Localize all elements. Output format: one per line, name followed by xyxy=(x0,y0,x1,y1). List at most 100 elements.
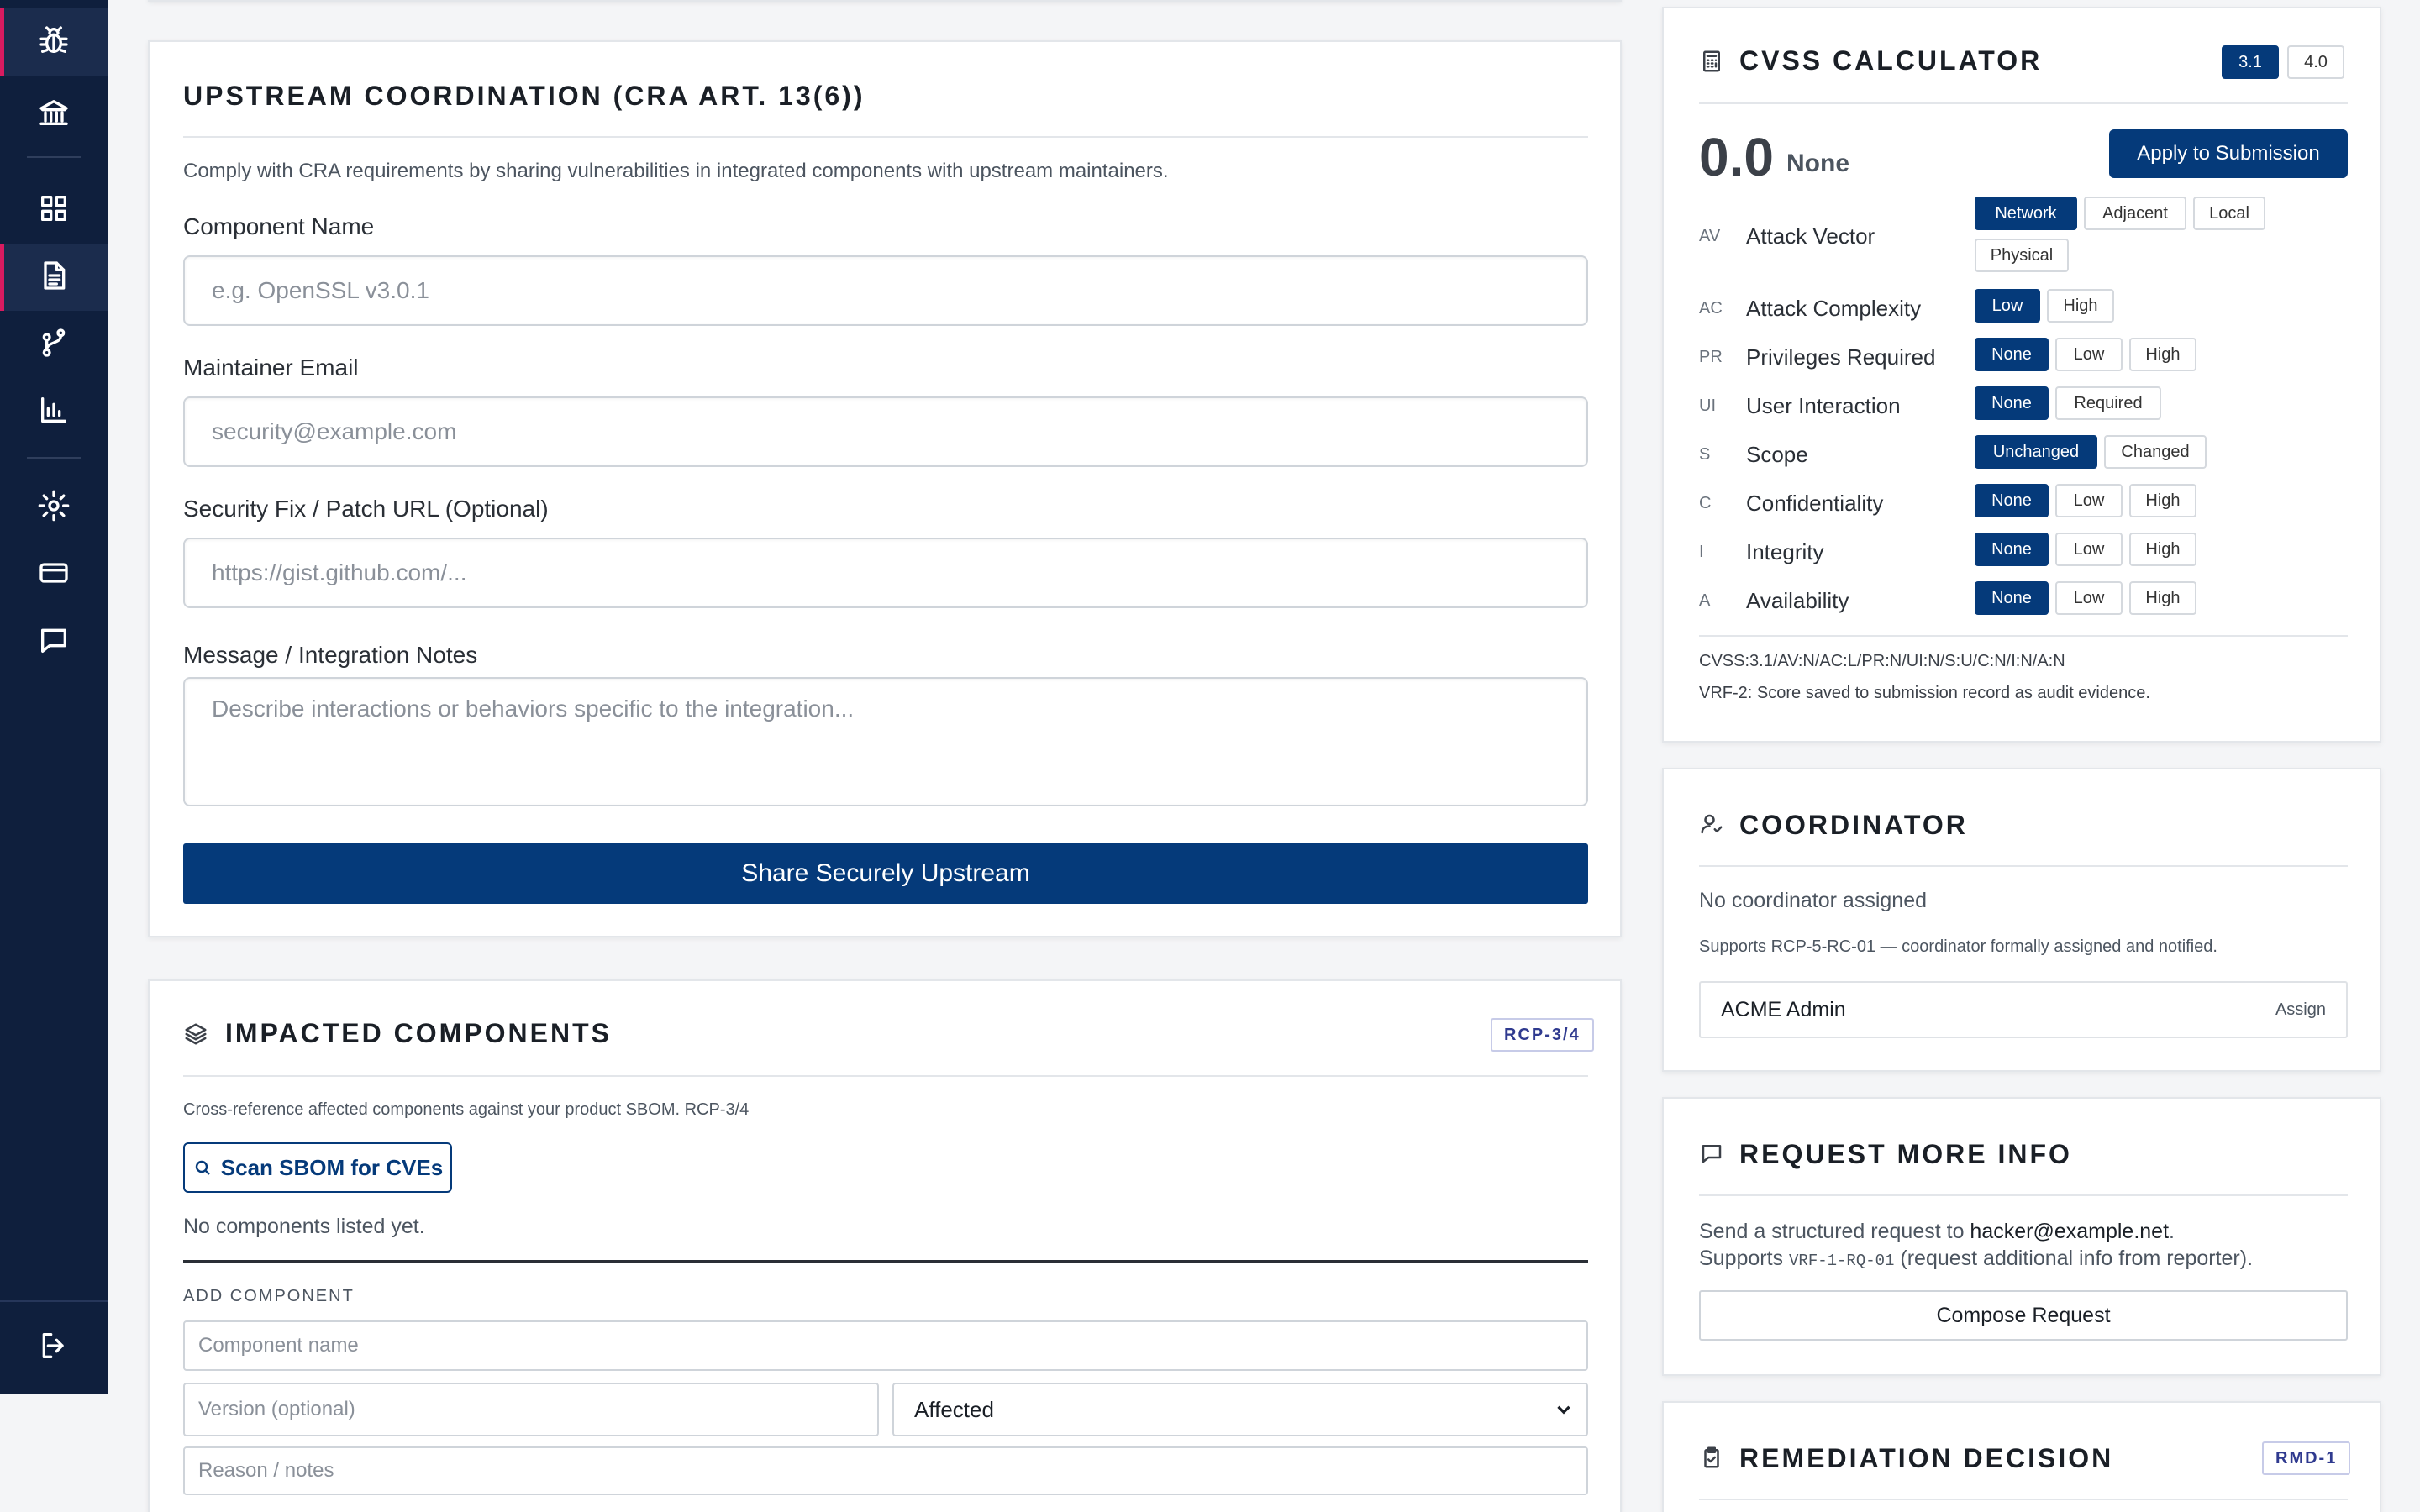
a-option-none[interactable]: None xyxy=(1975,581,2049,615)
ui-option-none[interactable]: None xyxy=(1975,386,2049,420)
metric-name: Privileges Required xyxy=(1746,344,1936,370)
reporter-email: hacker@example.net xyxy=(1970,1220,2170,1243)
a-option-high[interactable]: High xyxy=(2129,581,2196,615)
ac-option-high[interactable]: High xyxy=(2047,289,2114,323)
metric-abbr: UI xyxy=(1699,396,1716,415)
c-option-none[interactable]: None xyxy=(1975,484,2049,517)
i-option-high[interactable]: High xyxy=(2129,533,2196,566)
s-option-changed[interactable]: Changed xyxy=(2104,435,2207,469)
sidebar-item-vulnerabilities[interactable] xyxy=(0,8,108,76)
request-info-code: VRF-1-RQ-01 xyxy=(1789,1252,1895,1270)
request-info-title: REQUEST MORE INFO xyxy=(1739,1139,2072,1169)
c-option-high[interactable]: High xyxy=(2129,484,2196,517)
previous-card-edge xyxy=(148,0,1622,2)
calculator-icon xyxy=(1699,49,1724,74)
metric-abbr: PR xyxy=(1699,348,1723,366)
sidebar-item-logout[interactable] xyxy=(0,1314,108,1381)
logout-icon xyxy=(37,1329,71,1367)
metric-name: Availability xyxy=(1746,588,1849,613)
chevron-down-icon xyxy=(1553,1399,1575,1420)
cvss-title: CVSS CALCULATOR xyxy=(1739,45,2043,76)
metric-abbr: AV xyxy=(1699,227,1721,245)
cvss-vector-string: CVSS:3.1/AV:N/AC:L/PR:N/UI:N/S:U/C:N/I:N… xyxy=(1699,652,2065,670)
sidebar-item-workflows[interactable] xyxy=(0,311,108,378)
maintainer-email-input[interactable]: security@example.com xyxy=(183,396,1588,467)
sidebar-item-authority[interactable] xyxy=(0,81,108,148)
metric-name: Attack Complexity xyxy=(1746,296,1922,321)
sidebar-item-billing[interactable] xyxy=(0,541,108,608)
ui-option-required[interactable]: Required xyxy=(2055,386,2161,420)
i-option-low[interactable]: Low xyxy=(2055,533,2123,566)
maintainer-email-label: Maintainer Email xyxy=(183,354,359,381)
metric-name: Attack Vector xyxy=(1746,223,1876,249)
coordinator-assignee: ACME Admin xyxy=(1721,997,1846,1021)
apply-to-submission-button[interactable]: Apply to Submission xyxy=(2109,129,2348,178)
cvss-version-3-1[interactable]: 3.1 xyxy=(2222,45,2279,79)
components-empty-text: No components listed yet. xyxy=(183,1215,425,1238)
cvss-version-4-0[interactable]: 4.0 xyxy=(2287,45,2344,79)
metric-abbr: A xyxy=(1699,591,1711,610)
scan-sbom-button[interactable]: Scan SBOM for CVEs xyxy=(183,1142,452,1193)
av-option-network[interactable]: Network xyxy=(1975,197,2077,230)
request-info-text: Send a structured request to xyxy=(1699,1220,1965,1243)
cvss-score: 0.0 xyxy=(1699,127,1774,187)
metric-name: Confidentiality xyxy=(1746,491,1884,516)
metric-abbr: I xyxy=(1699,543,1704,561)
component-name-label: Component Name xyxy=(183,213,375,239)
clipboard-check-icon xyxy=(1699,1445,1724,1470)
sidebar-item-submissions[interactable] xyxy=(0,244,108,311)
bank-icon xyxy=(37,96,71,134)
sidebar-item-dashboard[interactable] xyxy=(0,176,108,244)
metric-name: Scope xyxy=(1746,442,1808,467)
cvss-severity: None xyxy=(1786,150,1849,177)
impacted-components-card: IMPACTED COMPONENTS RCP-3/4 Cross-refere… xyxy=(148,979,1622,1512)
add-component-reason-input[interactable]: Reason / notes xyxy=(183,1446,1588,1495)
component-name-input[interactable]: e.g. OpenSSL v3.0.1 xyxy=(183,255,1588,326)
i-option-none[interactable]: None xyxy=(1975,533,2049,566)
add-component-version-input[interactable]: Version (optional) xyxy=(183,1383,879,1436)
patch-url-input[interactable]: https://gist.github.com/... xyxy=(183,538,1588,608)
document-icon xyxy=(37,259,71,297)
metric-abbr: AC xyxy=(1699,299,1723,318)
request-info-text: (request additional info from reporter). xyxy=(1900,1247,2254,1270)
sidebar-item-settings[interactable] xyxy=(0,474,108,541)
assign-button[interactable]: Assign xyxy=(2275,1000,2326,1020)
pr-option-none[interactable]: None xyxy=(1975,338,2049,371)
patch-url-label: Security Fix / Patch URL (Optional) xyxy=(183,496,549,522)
cvss-calculator-card: CVSS CALCULATOR 3.1 4.0 0.0 None Apply t… xyxy=(1662,7,2381,743)
request-info-description: Send a structured request to hacker@exam… xyxy=(1699,1218,2253,1274)
add-component-status-select[interactable]: Affected xyxy=(892,1383,1588,1436)
metric-abbr: C xyxy=(1699,494,1712,512)
request-info-text: Supports xyxy=(1699,1247,1784,1270)
coordinator-card: COORDINATOR No coordinator assigned Supp… xyxy=(1662,768,2381,1072)
impacted-title: IMPACTED COMPONENTS xyxy=(225,1018,612,1048)
av-option-adjacent[interactable]: Adjacent xyxy=(2084,197,2186,230)
c-option-low[interactable]: Low xyxy=(2055,484,2123,517)
a-option-low[interactable]: Low xyxy=(2055,581,2123,615)
remediation-badge: RMD-1 xyxy=(2262,1441,2351,1475)
user-check-icon xyxy=(1699,811,1724,837)
add-component-name-input[interactable]: Component name xyxy=(183,1320,1588,1371)
compose-request-button[interactable]: Compose Request xyxy=(1699,1290,2348,1341)
ac-option-low[interactable]: Low xyxy=(1975,289,2040,323)
upstream-title: UPSTREAM COORDINATION (CRA ART. 13(6)) xyxy=(183,81,865,111)
pr-option-low[interactable]: Low xyxy=(2055,338,2123,371)
metric-abbr: S xyxy=(1699,445,1711,464)
share-upstream-button[interactable]: Share Securely Upstream xyxy=(183,843,1588,904)
s-option-unchanged[interactable]: Unchanged xyxy=(1975,435,2097,469)
sidebar-item-messages[interactable] xyxy=(0,608,108,675)
av-option-physical[interactable]: Physical xyxy=(1975,239,2069,272)
notes-textarea[interactable]: Describe interactions or behaviors speci… xyxy=(183,677,1588,806)
impacted-description: Cross-reference affected components agai… xyxy=(183,1100,750,1119)
pr-option-high[interactable]: High xyxy=(2129,338,2196,371)
chat-icon xyxy=(37,623,71,661)
sidebar-item-reports[interactable] xyxy=(0,378,108,445)
git-branch-icon xyxy=(37,326,71,364)
add-component-heading: ADD COMPONENT xyxy=(183,1287,355,1305)
card-icon xyxy=(37,556,71,594)
notes-label: Message / Integration Notes xyxy=(183,642,478,668)
bug-icon xyxy=(37,24,71,61)
metric-name: Integrity xyxy=(1746,539,1824,564)
scan-sbom-label: Scan SBOM for CVEs xyxy=(220,1154,444,1180)
av-option-local[interactable]: Local xyxy=(2193,197,2265,230)
